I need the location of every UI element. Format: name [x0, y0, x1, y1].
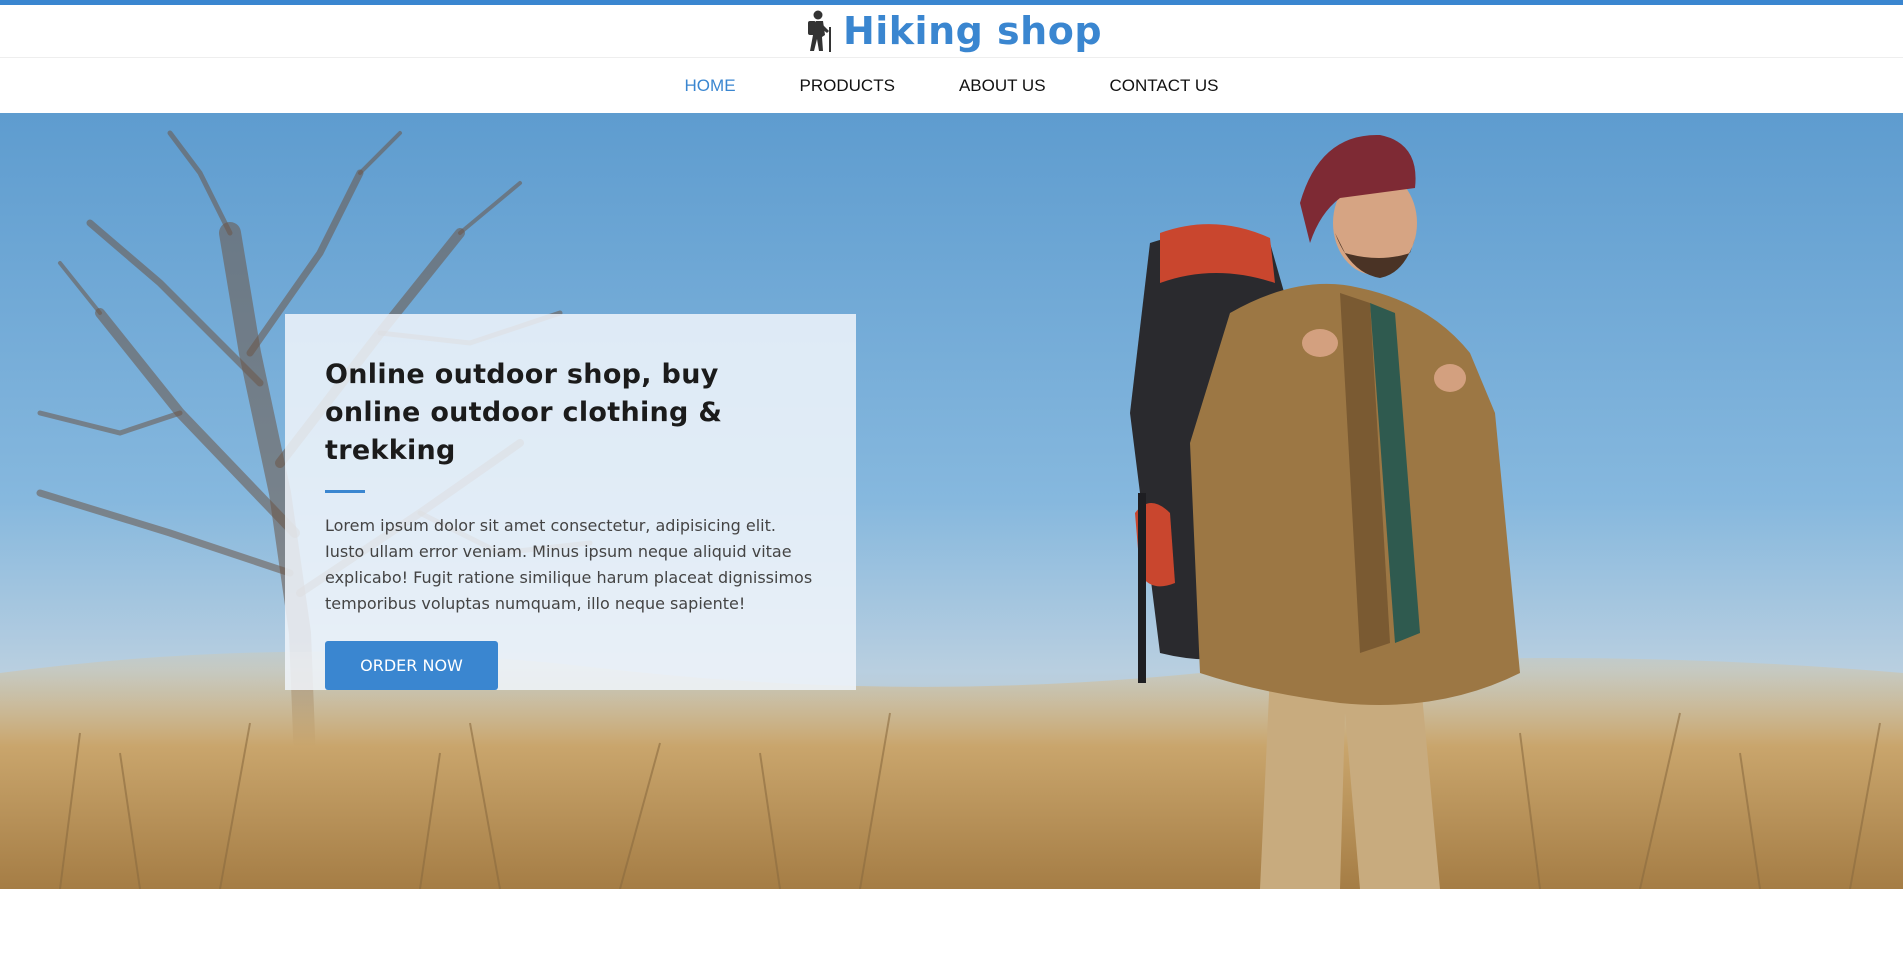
- order-now-button[interactable]: ORDER NOW: [325, 641, 498, 690]
- hero-banner: Online outdoor shop, buy online outdoor …: [0, 113, 1903, 889]
- nav-item-products[interactable]: PRODUCTS: [800, 76, 895, 96]
- brand-name: Hiking shop: [842, 9, 1103, 53]
- main-nav: HOME PRODUCTS ABOUT US CONTACT US: [0, 58, 1903, 113]
- site-header: Hiking shop: [0, 5, 1903, 58]
- hiker-icon: [801, 9, 837, 53]
- hero-title: Online outdoor shop, buy online outdoor …: [325, 359, 723, 466]
- nav-item-home[interactable]: HOME: [685, 76, 736, 96]
- hero-card: Online outdoor shop, buy online outdoor …: [285, 314, 856, 690]
- nav-item-contact-us[interactable]: CONTACT US: [1110, 76, 1219, 96]
- brand-logo[interactable]: Hiking shop: [801, 9, 1102, 53]
- nav-item-about-us[interactable]: ABOUT US: [959, 76, 1046, 96]
- hero-description: Lorem ipsum dolor sit amet consectetur, …: [325, 516, 813, 613]
- title-underline: [325, 490, 365, 493]
